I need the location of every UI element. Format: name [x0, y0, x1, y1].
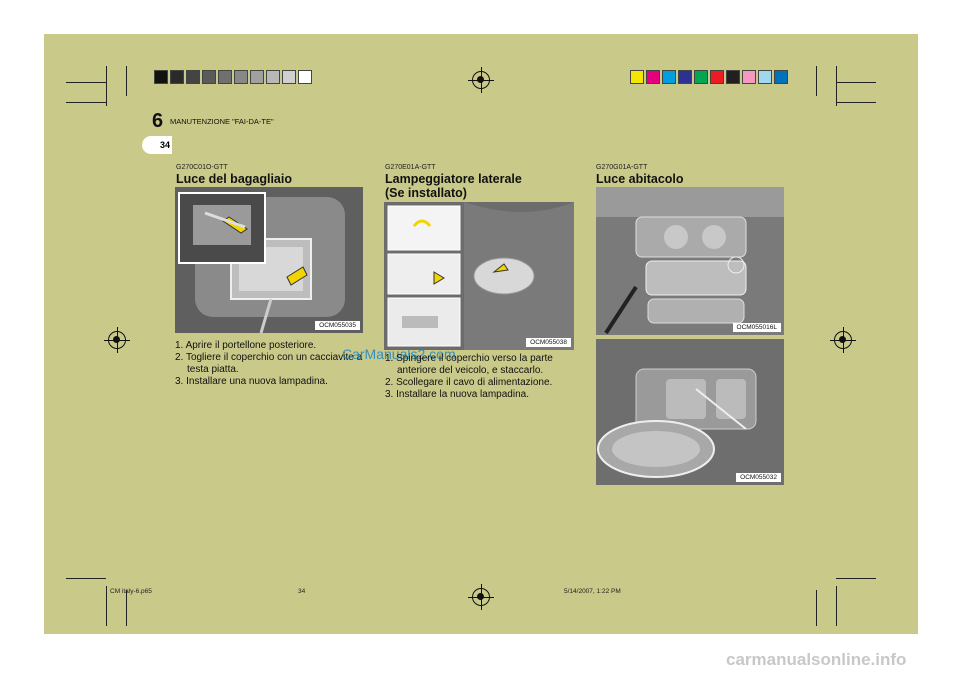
color-swatch [646, 70, 660, 84]
site-watermark: carmanualsonline.info [726, 650, 907, 669]
crop-mark [836, 578, 876, 579]
cabin-light-illustration-bottom: OCM055032 [596, 339, 784, 485]
crop-mark [836, 586, 837, 626]
color-swatch [758, 70, 772, 84]
step-item: 1. Aprire il portellone posteriore. [175, 340, 317, 351]
step-item: 2. Scollegare il cavo di alimentazione. [385, 377, 553, 388]
section-subtitle: (Se installato) [385, 186, 467, 200]
steps-list: 1. Aprire il portellone posteriore. 2. T… [175, 340, 367, 388]
color-swatch [154, 70, 168, 84]
chapter-number: 6 [152, 110, 164, 132]
color-bar [630, 70, 810, 84]
crop-mark [106, 66, 107, 106]
color-swatch [298, 70, 312, 84]
color-swatch [170, 70, 184, 84]
registration-mark-icon [104, 327, 130, 353]
crop-mark [836, 82, 876, 83]
section-title: Lampeggiatore laterale [385, 172, 522, 186]
step-item: 1. Spingere il coperchio verso la parte … [385, 353, 553, 376]
crop-mark [816, 66, 817, 96]
chapter-title: MANUTENZIONE "FAI-DA-TE" [170, 117, 274, 126]
color-swatch [710, 70, 724, 84]
footer-page: 34 [298, 588, 306, 595]
step-item: 3. Installare la nuova lampadina. [385, 389, 529, 400]
crop-mark [106, 586, 107, 626]
registration-mark-icon [468, 67, 494, 93]
color-swatch [630, 70, 644, 84]
image-code: OCM055032 [736, 473, 781, 482]
color-swatch [250, 70, 264, 84]
section-title: Luce del bagagliaio [176, 172, 292, 186]
footer-date: 5/14/2007, 1:22 PM [564, 588, 621, 595]
registration-mark-icon [468, 584, 494, 610]
color-swatch [234, 70, 248, 84]
footer-file: CM italy-6.p65 [110, 588, 152, 595]
color-swatch [186, 70, 200, 84]
color-swatch [202, 70, 216, 84]
crop-mark [66, 578, 106, 579]
color-swatch [662, 70, 676, 84]
grayscale-bar [154, 70, 334, 84]
manual-page: 6 MANUTENZIONE "FAI-DA-TE" 34 G270C01O-G… [44, 34, 918, 634]
step-item: 3. Installare una nuova lampadina. [175, 376, 328, 387]
steps-list: 1. Spingere il coperchio verso la parte … [385, 353, 581, 401]
image-code: OCM055016L [732, 323, 781, 332]
section-code: G270C01O-GTT [176, 164, 228, 171]
color-swatch [218, 70, 232, 84]
crop-mark [126, 590, 127, 626]
color-swatch [742, 70, 756, 84]
crop-mark [66, 82, 106, 83]
image-code: OCM055038 [526, 338, 571, 347]
section-code: G270G01A-GTT [596, 164, 648, 171]
image-code: OCM055035 [315, 321, 360, 330]
crop-mark [126, 66, 127, 96]
cabin-light-illustration-top: OCM055016L [596, 187, 784, 335]
page-number: 34 [142, 136, 172, 154]
crop-mark [836, 102, 876, 103]
crop-mark [66, 102, 106, 103]
crop-mark [816, 590, 817, 626]
color-swatch [694, 70, 708, 84]
crop-mark [836, 66, 837, 106]
color-swatch [726, 70, 740, 84]
color-swatch [678, 70, 692, 84]
step-item: 2. Togliere il coperchio con un cacciavi… [175, 352, 363, 375]
color-swatch [774, 70, 788, 84]
registration-mark-icon [830, 327, 856, 353]
section-code: G270E01A-GTT [385, 164, 436, 171]
color-swatch [282, 70, 296, 84]
trunk-light-illustration: OCM055035 [175, 187, 363, 333]
side-repeater-illustration: OCM055038 [384, 202, 574, 350]
section-title: Luce abitacolo [596, 172, 684, 186]
color-swatch [266, 70, 280, 84]
